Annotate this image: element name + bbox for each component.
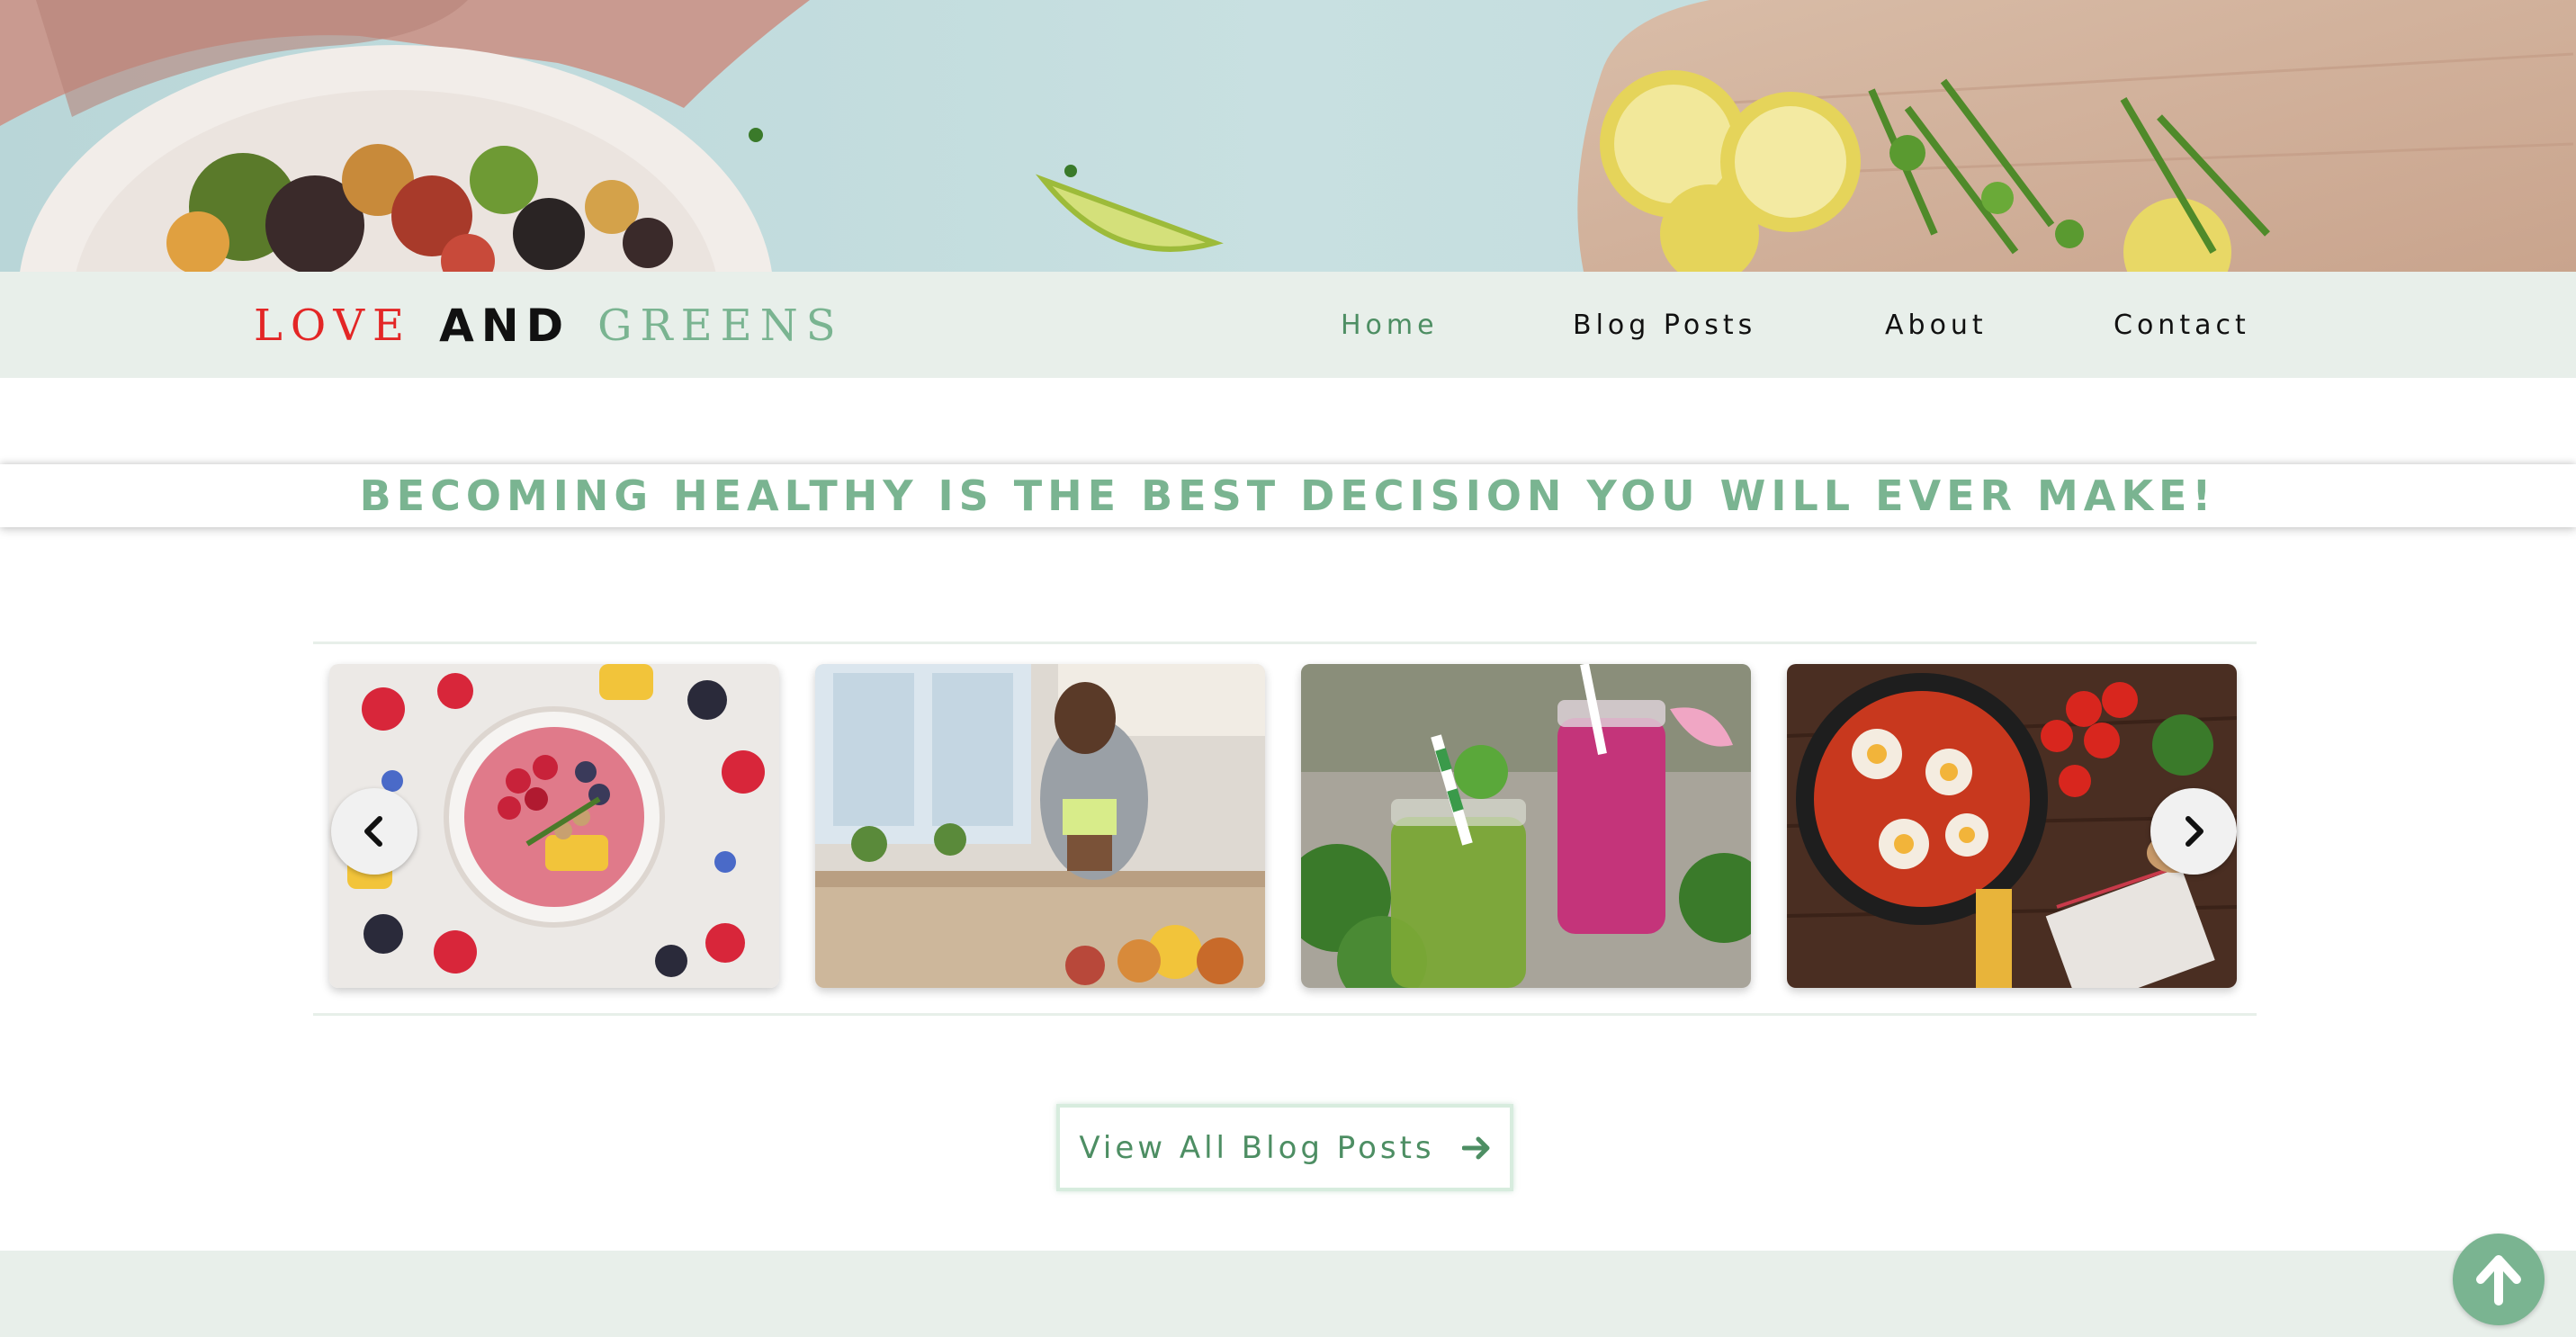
woman-cooking-photo — [815, 664, 1265, 988]
hero-food-photo — [0, 0, 2576, 272]
chevron-right-icon — [2186, 816, 2204, 847]
site-logo[interactable]: LOVE AND GREENS — [254, 299, 844, 353]
logo-word-and: AND — [439, 300, 571, 352]
view-all-label: View All Blog Posts — [1079, 1129, 1435, 1166]
scroll-to-top-button[interactable] — [2453, 1234, 2545, 1325]
carousel-card-woman-cooking[interactable] — [815, 664, 1265, 988]
smoothies-photo — [1301, 664, 1751, 988]
arrow-right-icon — [1461, 1135, 1491, 1161]
chevron-left-icon — [364, 816, 382, 847]
carousel-card-smoothies[interactable] — [1301, 664, 1751, 988]
nav-contact-link[interactable]: Contact — [2114, 308, 2250, 344]
nav-about-link[interactable]: About — [1885, 308, 1988, 344]
blog-carousel — [313, 642, 2257, 1016]
nav-blog-posts-link[interactable]: Blog Posts — [1573, 308, 1756, 344]
carousel-prev-button[interactable] — [331, 788, 417, 875]
arrow-up-icon — [2476, 1255, 2521, 1306]
view-all-blog-posts-button[interactable]: View All Blog Posts — [1056, 1104, 1513, 1191]
logo-word-love: LOVE — [254, 301, 413, 351]
hero-banner — [0, 0, 2576, 272]
nav-home-link[interactable]: Home — [1341, 308, 1439, 344]
carousel-next-button[interactable] — [2150, 788, 2237, 875]
tagline-band: BECOMING HEALTHY IS THE BEST DECISION YO… — [0, 464, 2576, 527]
footer-band — [0, 1251, 2576, 1337]
logo-word-greens: GREENS — [597, 301, 844, 351]
tagline-heading: BECOMING HEALTHY IS THE BEST DECISION YO… — [359, 471, 2217, 520]
navbar: LOVE AND GREENS Home Blog Posts About Co… — [0, 272, 2576, 378]
